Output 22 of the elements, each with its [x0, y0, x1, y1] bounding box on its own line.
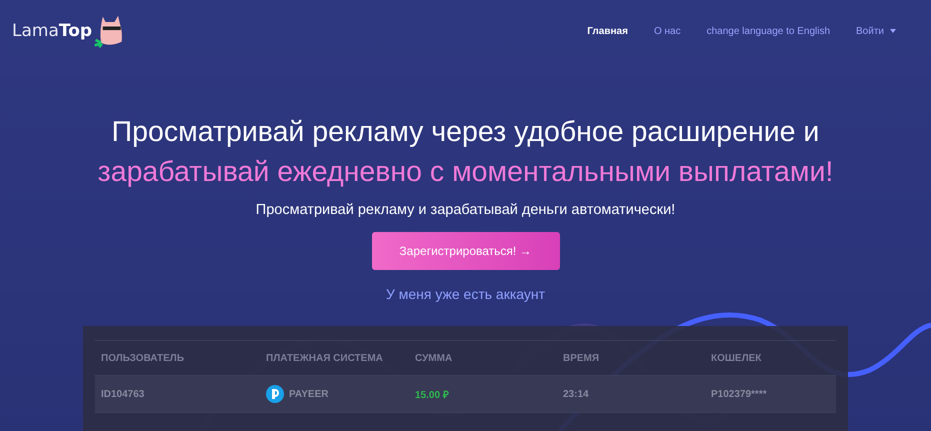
nav-link[interactable]: change language to English: [694, 26, 844, 36]
time: 23:14: [562, 388, 590, 400]
subtitle: Просматривай рекламу и зарабатывай деньги автоматически!: [256, 202, 676, 218]
nav-link[interactable]: Главная: [574, 26, 641, 36]
table-row[interactable]: ID104763 PAYEER 15.00 ₽ 23:14 P102379****: [95, 376, 836, 413]
caret-icon: [890, 29, 896, 33]
wallet: P102379****: [710, 388, 768, 400]
payment-system-icon: [266, 385, 284, 403]
register-button[interactable]: Зарегистрироваться! →: [372, 232, 560, 270]
logo[interactable]: LamaTop: [12, 11, 128, 51]
column-header: ПЛАТЕЖНАЯ СИСТЕМА: [265, 352, 384, 364]
headline: Просматривай рекламу через удобное расширение и зарабатывай ежедневно с моментальными выплатами!: [96, 115, 834, 190]
user-id: ID104763: [100, 388, 146, 400]
amount: 15.00 ₽: [414, 389, 450, 401]
login-link[interactable]: У меня уже есть аккаунт: [386, 286, 546, 302]
column-header: ПОЛЬЗОВАТЕЛЬ: [100, 352, 186, 364]
column-header: СУММА: [414, 352, 454, 364]
column-header: ВРЕМЯ: [562, 352, 600, 364]
column-header: КОШЕЛЕК: [710, 352, 762, 364]
login-dropdown[interactable]: Войти: [843, 26, 909, 36]
payment-system: PAYEER: [289, 388, 328, 400]
nav-link[interactable]: О нас: [640, 26, 694, 36]
